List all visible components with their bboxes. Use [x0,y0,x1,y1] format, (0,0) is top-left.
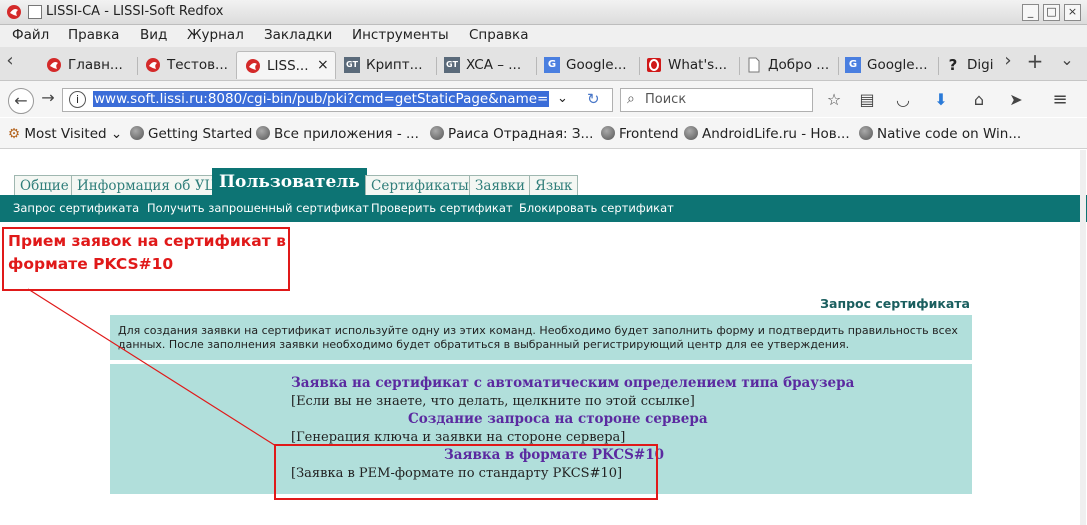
annotation-text: Прием заявок на сертификат в формате PKC… [8,232,286,273]
highlight-pkcs10-box [274,444,658,500]
